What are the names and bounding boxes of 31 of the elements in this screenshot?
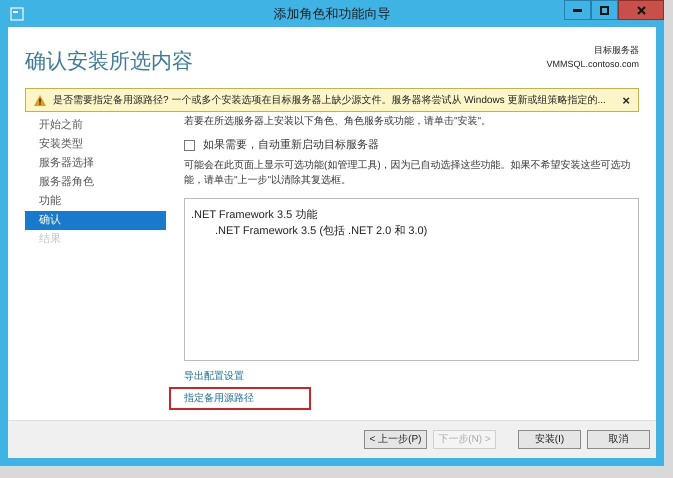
wizard-button[interactable]: < 上一步(P) bbox=[364, 430, 427, 449]
link[interactable]: 导出配置设置 bbox=[184, 370, 244, 382]
wizard-button[interactable]: 安装(I) bbox=[518, 430, 581, 449]
sidebar-item[interactable]: 服务器角色 bbox=[25, 173, 166, 192]
warning-close-button[interactable]: × bbox=[622, 94, 630, 106]
wizard-button[interactable]: 取消 bbox=[587, 430, 650, 449]
warning-text: 是否需要指定备用源路径? 一个或多个安装选项在目标服务器上缺少源文件。服务器将尝试从 Windows 更新或组策略指定的... bbox=[53, 94, 607, 108]
close-icon bbox=[636, 6, 646, 14]
close-button[interactable] bbox=[618, 0, 664, 20]
target-label: 目标服务器 bbox=[594, 44, 639, 57]
restart-label: 如果需要，自动重新启动目标服务器 bbox=[203, 138, 379, 153]
feature-item: .NET Framework 3.5 (包括 .NET 2.0 和 3.0) bbox=[215, 224, 428, 238]
window-title: 添加角色和功能向导 bbox=[274, 4, 390, 23]
sidebar-item[interactable]: 开始之前 bbox=[25, 116, 166, 135]
app-icon bbox=[10, 7, 24, 21]
sidebar-item[interactable]: 服务器选择 bbox=[25, 154, 166, 173]
maximize-button[interactable] bbox=[591, 0, 618, 20]
minimize-button[interactable] bbox=[564, 0, 591, 20]
sidebar-item[interactable]: 功能 bbox=[25, 192, 166, 211]
intro-text: 若要在所选服务器上安装以下角色、角色服务或功能，请单击"安装"。 bbox=[184, 114, 492, 129]
feature-item: .NET Framework 3.5 功能 bbox=[191, 208, 318, 222]
restart-checkbox[interactable] bbox=[184, 140, 195, 151]
sidebar-item[interactable]: 确认 bbox=[25, 211, 166, 230]
link[interactable]: 指定备用源路径 bbox=[184, 392, 254, 404]
target-server: VMMSQL.contoso.com bbox=[546, 58, 639, 71]
note-text: 可能会在此页面上显示可选功能(如管理工具)，因为已自动选择这些功能。如果不希望安装这些可选功能，请单击"上一步"以清除其复选框。 bbox=[184, 158, 632, 188]
warning-icon bbox=[34, 94, 46, 106]
page-title: 确认安装所选内容 bbox=[25, 48, 193, 75]
maximize-icon bbox=[600, 6, 609, 14]
sidebar-item[interactable]: 安装类型 bbox=[25, 135, 166, 154]
minimize-icon bbox=[573, 8, 582, 12]
